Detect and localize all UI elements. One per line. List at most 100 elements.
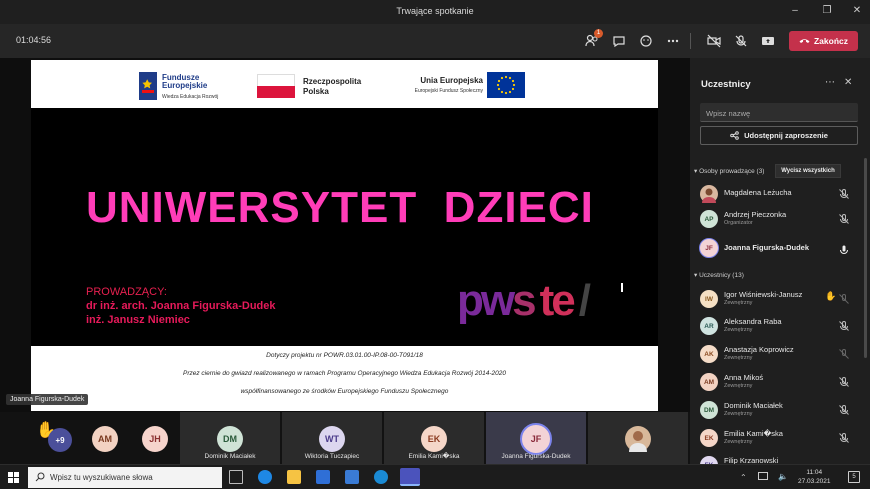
attendee-avatar: IW [700, 290, 718, 308]
presenter-avatar: JF [699, 238, 719, 258]
chevron-down-icon: ▾ [694, 272, 698, 279]
notification-center-icon[interactable]: 5 [848, 471, 860, 483]
pwste-logo-part2: s [512, 276, 537, 325]
panel-more-icon[interactable]: ⋯ [825, 77, 835, 88]
more-actions-icon[interactable] [664, 32, 682, 50]
mic-muted-icon[interactable] [838, 403, 850, 415]
participant-tile[interactable]: JH [130, 412, 180, 464]
polish-flag-white [257, 74, 295, 86]
participant-name: Emilia Kami�ska [408, 453, 460, 460]
minimize-icon[interactable]: – [788, 4, 802, 18]
overflow-count: +9 [48, 428, 72, 452]
search-icon [35, 472, 45, 482]
slide-body: UNIWERSYTET DZIECI PROWADZĄCY: dr inż. a… [31, 108, 658, 346]
attendees-header-label: Uczestnicy (13) [699, 272, 744, 279]
mic-muted-icon[interactable] [838, 212, 850, 224]
mic-muted-icon[interactable] [838, 187, 850, 199]
mic-off-icon[interactable] [732, 32, 750, 50]
mic-muted-icon[interactable] [838, 347, 850, 359]
panel-title: Uczestnicy [701, 79, 751, 90]
task-view-icon[interactable] [229, 470, 243, 484]
windows-start-icon[interactable] [8, 472, 19, 483]
file-explorer-icon[interactable] [287, 470, 301, 484]
participant-tile[interactable]: EK Emilia Kami�ska [384, 412, 484, 464]
presenter-name: Andrzej Pieczonka [724, 210, 787, 219]
rp-logo-line2: Polska [303, 87, 329, 96]
participant-tile[interactable]: WT Wiktoria Tuczapiec [282, 412, 382, 464]
taskbar-clock[interactable]: 11:04 27.03.2021 [798, 468, 831, 486]
taskbar-search-input[interactable]: Wpisz tu wyszukiwane słowa [28, 467, 222, 488]
edge-browser-icon[interactable] [258, 470, 272, 484]
presenter-name: Magdalena Leżucha [724, 188, 792, 197]
panel-scrollbar[interactable] [864, 158, 867, 358]
participant-avatar: JH [142, 426, 168, 452]
presenter-2: inż. Janusz Niemiec [86, 314, 190, 326]
self-video-tile[interactable] [588, 412, 688, 464]
tray-chevron-icon[interactable]: ⌃ [740, 473, 747, 482]
mic-muted-icon[interactable] [838, 319, 850, 331]
volume-icon[interactable]: 🔈 [778, 472, 788, 481]
presenter-item[interactable]: Magdalena Leżucha [700, 183, 860, 205]
fe-logo-line3: Wiedza Edukacja Rozwój [162, 94, 219, 100]
attendee-item[interactable]: AK Anastazja Koprowicz Zewnętrzny [700, 343, 860, 365]
maximize-icon[interactable]: ❐ [820, 4, 834, 18]
mic-muted-icon[interactable] [838, 375, 850, 387]
raised-hand-icon: ✋ [825, 291, 837, 301]
panel-close-icon[interactable]: ✕ [844, 77, 852, 88]
mail-icon[interactable] [316, 470, 330, 484]
participant-name: Joanna Figurska-Dudek [501, 453, 571, 460]
presenter-item[interactable]: AP Andrzej Pieczonka Organizator [700, 208, 860, 230]
pwste-logo-part1: pw [457, 276, 515, 325]
presenter-photo-avatar [700, 185, 718, 203]
participant-search-input[interactable]: Wpisz nazwę [700, 103, 858, 122]
attendee-item[interactable]: FK Filip Krzanowski [700, 454, 860, 464]
presenter-role: Organizator [724, 220, 753, 226]
clock-date: 27.03.2021 [798, 478, 831, 485]
mic-muted-icon[interactable] [838, 292, 850, 304]
participant-avatar: JF [520, 423, 552, 455]
attendee-item[interactable]: EK Emilia Kami�ska Zewnętrzny [700, 427, 860, 449]
slide-title: UNIWERSYTET DZIECI [86, 183, 594, 232]
participant-avatar: AM [92, 426, 118, 452]
attendee-item[interactable]: DM Dominik Maciałek Zewnętrzny [700, 399, 860, 421]
unia-europejska-logo: Unia Europejska Europejski Fundusz Społe… [405, 70, 525, 100]
share-invite-label: Udostępnij zaproszenie [744, 131, 828, 140]
presenters-section-header[interactable]: ▾ Osoby prowadzące (3) [694, 167, 764, 175]
participants-icon[interactable]: 1 [583, 29, 603, 50]
presenters-header-label: Osoby prowadzące (3) [699, 168, 765, 175]
attendee-item[interactable]: AR Aleksandra Raba Zewnętrzny [700, 315, 860, 337]
presenter-name: Joanna Figurska-Dudek [724, 243, 810, 252]
store-icon[interactable] [345, 470, 359, 484]
attendee-name: Anastazja Koprowicz [724, 345, 794, 354]
participant-video-strip: ✋ +9 AM JH DM Dominik Maciałek WT Wiktor… [0, 412, 690, 464]
reactions-icon[interactable] [637, 32, 655, 50]
presentation-slide: Fundusze Europejskie Wiedza Edukacja Roz… [31, 60, 658, 411]
share-screen-icon[interactable] [759, 32, 777, 50]
attendee-avatar: AR [700, 317, 718, 335]
camera-off-icon[interactable] [705, 32, 723, 50]
attendee-item[interactable]: AM Anna Mikoś Zewnętrzny [700, 371, 860, 393]
mute-all-button[interactable]: Wycisz wszystkich [775, 164, 841, 178]
toolbar-divider [690, 33, 691, 49]
browser-icon[interactable] [374, 470, 388, 484]
participant-tile[interactable]: DM Dominik Maciałek [180, 412, 280, 464]
overflow-participants-tile[interactable]: ✋ +9 [30, 412, 80, 464]
mic-muted-icon[interactable] [838, 431, 850, 443]
chat-icon[interactable] [610, 32, 628, 50]
attendee-role: Zewnętrzny [724, 300, 753, 306]
attendees-section-header[interactable]: ▾ Uczestnicy (13) [694, 271, 744, 279]
mic-on-icon[interactable] [838, 243, 850, 255]
participant-tile-speaking[interactable]: JF Joanna Figurska-Dudek [486, 412, 586, 464]
polish-flag-red [257, 86, 295, 98]
close-window-icon[interactable]: ✕ [850, 4, 864, 18]
end-call-button[interactable]: Zakończ [789, 31, 858, 51]
presenters-label: PROWADZĄCY: [86, 286, 167, 298]
share-invite-button[interactable]: Udostępnij zaproszenie [700, 126, 858, 145]
attendee-item[interactable]: IW Igor Wiśniewski-Janusz Zewnętrzny ✋ [700, 288, 860, 310]
participant-tile[interactable]: AM [80, 412, 130, 464]
teams-icon[interactable] [400, 468, 420, 486]
mouse-cursor [621, 283, 627, 292]
participants-panel: Uczestnicy ⋯ ✕ Wpisz nazwę Udostępnij za… [690, 58, 870, 464]
network-icon[interactable] [758, 472, 768, 480]
presenter-item-speaking[interactable]: JF Joanna Figurska-Dudek [699, 237, 860, 259]
